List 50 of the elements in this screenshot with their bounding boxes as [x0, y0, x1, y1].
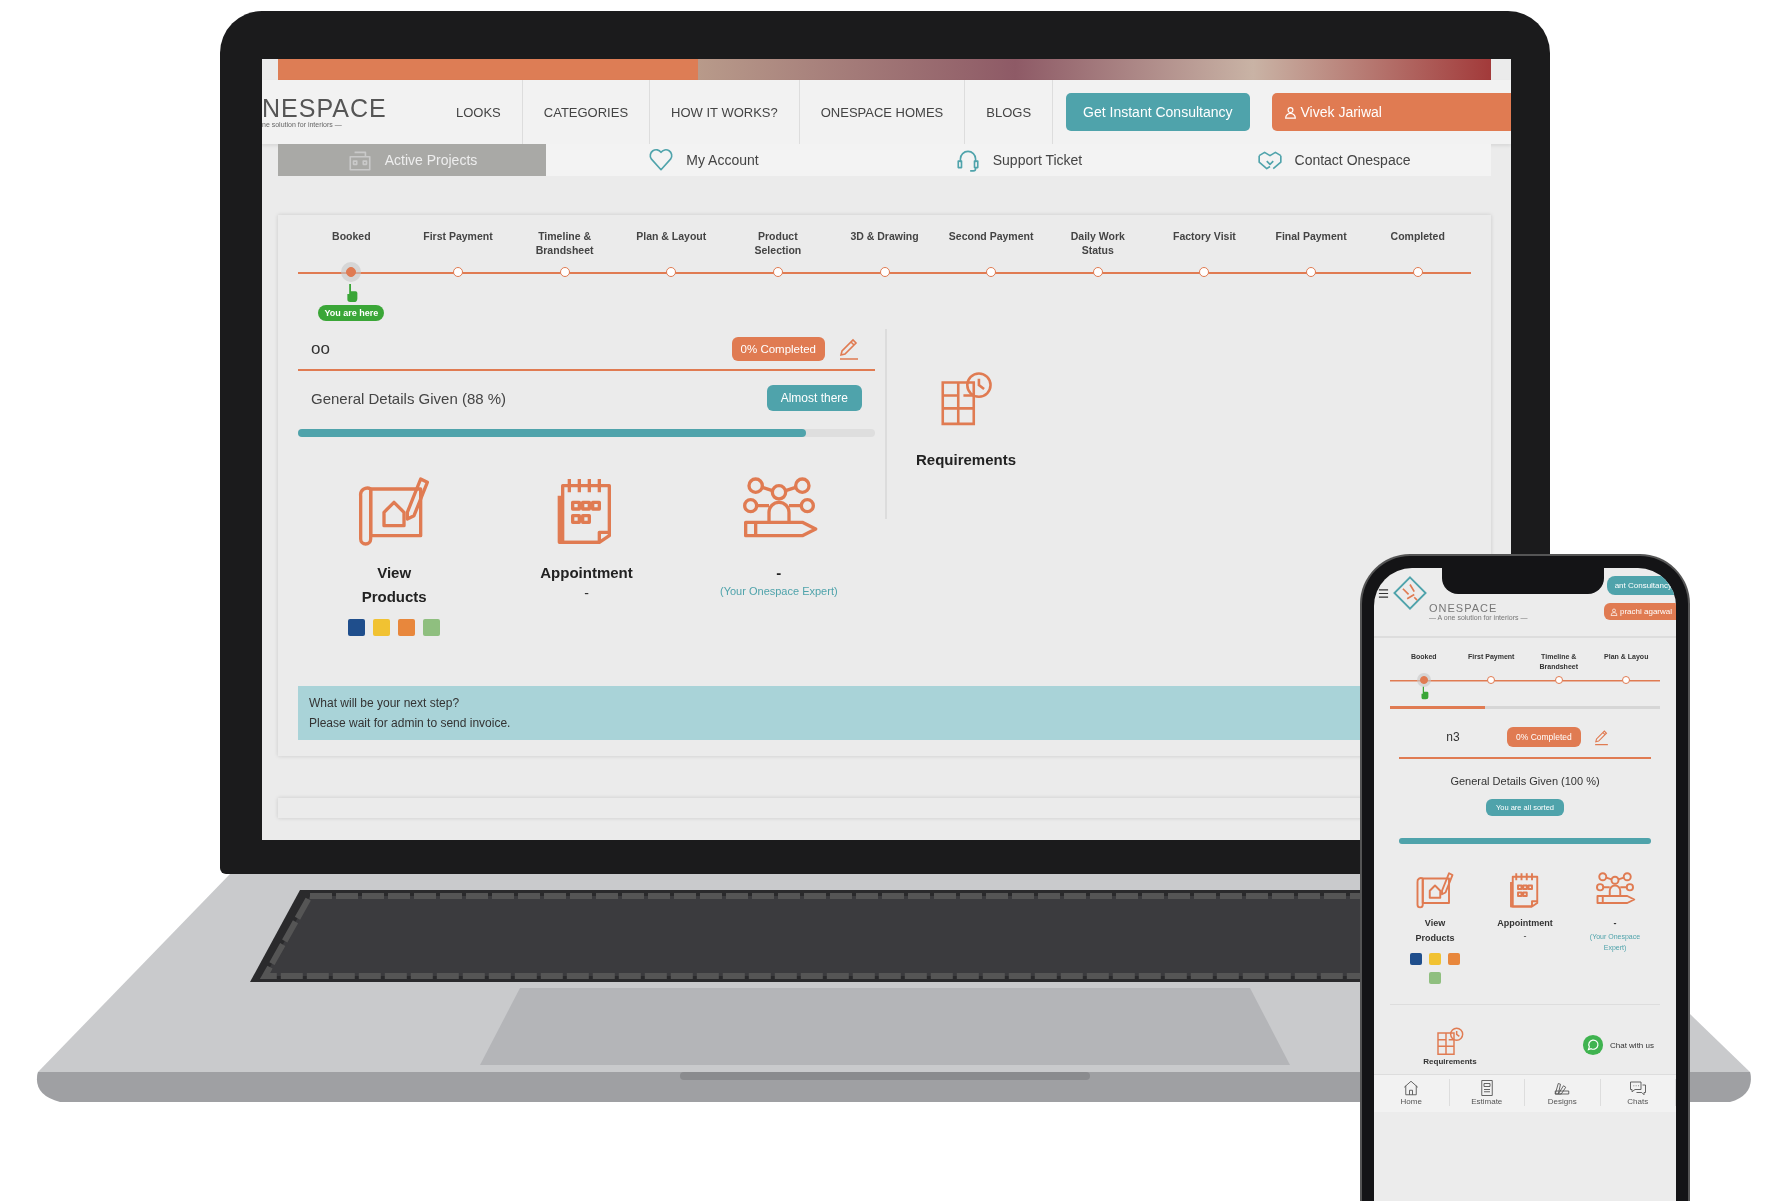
action-title[interactable]: Appointment [1497, 916, 1553, 932]
step-label: Booked [331, 229, 372, 244]
edit-icon[interactable] [837, 337, 861, 361]
requirements-label[interactable]: Requirements [916, 451, 1016, 468]
step-label: Completed [1389, 229, 1446, 244]
action-title[interactable]: View Products [1415, 916, 1455, 947]
project-name: oo [311, 339, 331, 359]
completion-badge: 0% Completed [1507, 727, 1581, 747]
home-icon [1402, 1078, 1421, 1097]
step-label: Second Payment [947, 229, 1035, 244]
menu-icon[interactable] [1378, 588, 1389, 599]
account-tab[interactable]: Contact Onespace [1176, 144, 1491, 176]
action-title[interactable]: - [1613, 916, 1617, 932]
tab-button[interactable]: Estimate [1449, 1078, 1525, 1106]
edit-icon[interactable] [1592, 728, 1610, 746]
tab-button[interactable]: Designs [1525, 1078, 1601, 1106]
step-label: First Payment [422, 229, 494, 244]
account-tab[interactable]: My Account [546, 144, 861, 176]
step-label: Final Payment [1274, 229, 1348, 244]
project-name: n3 [1445, 730, 1461, 744]
action-title[interactable]: - [776, 561, 782, 585]
user-icon [1283, 105, 1297, 119]
heart-icon [648, 147, 675, 173]
step-label: Product Selection [753, 229, 803, 259]
step-label: 3D & Drawing [849, 229, 920, 244]
step-label: Factory Visit [1172, 229, 1237, 244]
action-value: - [1523, 931, 1527, 942]
logo-text[interactable]: ONESPACE [1429, 602, 1539, 614]
next-step-message: Please wait for admin to send invoice. [309, 716, 512, 730]
tab-button[interactable]: Chats [1600, 1078, 1676, 1106]
action-title[interactable]: Appointment [540, 561, 633, 585]
chat-bubble-icon [1581, 1034, 1604, 1057]
details-text: General Details Given (88 %) [311, 389, 507, 407]
user-icon [1609, 607, 1618, 616]
requirements-label[interactable]: Requirements [1423, 1056, 1477, 1066]
next-step-question: What will be your next step? [309, 696, 461, 710]
action-value: - [584, 585, 589, 601]
completion-badge: 0% Completed [731, 337, 825, 361]
details-text: General Details Given (100 %) [1450, 775, 1600, 787]
action-title[interactable]: View Products [361, 561, 427, 609]
chat-button[interactable]: Chat with us [1575, 1033, 1660, 1058]
account-tab[interactable]: Support Ticket [861, 144, 1176, 176]
tab-button[interactable]: Home [1374, 1078, 1450, 1106]
expert-note: (Your Onespace Expert) [720, 585, 838, 597]
step-label: Plan & Layout [635, 229, 708, 244]
you-are-here-badge: You are here [318, 305, 385, 321]
status-badge: Almost there [766, 385, 862, 411]
step-label: Timeline & Brandsheet [534, 229, 595, 259]
step-label: Daily Work Status [1069, 229, 1126, 259]
chat-icon [1628, 1078, 1647, 1097]
